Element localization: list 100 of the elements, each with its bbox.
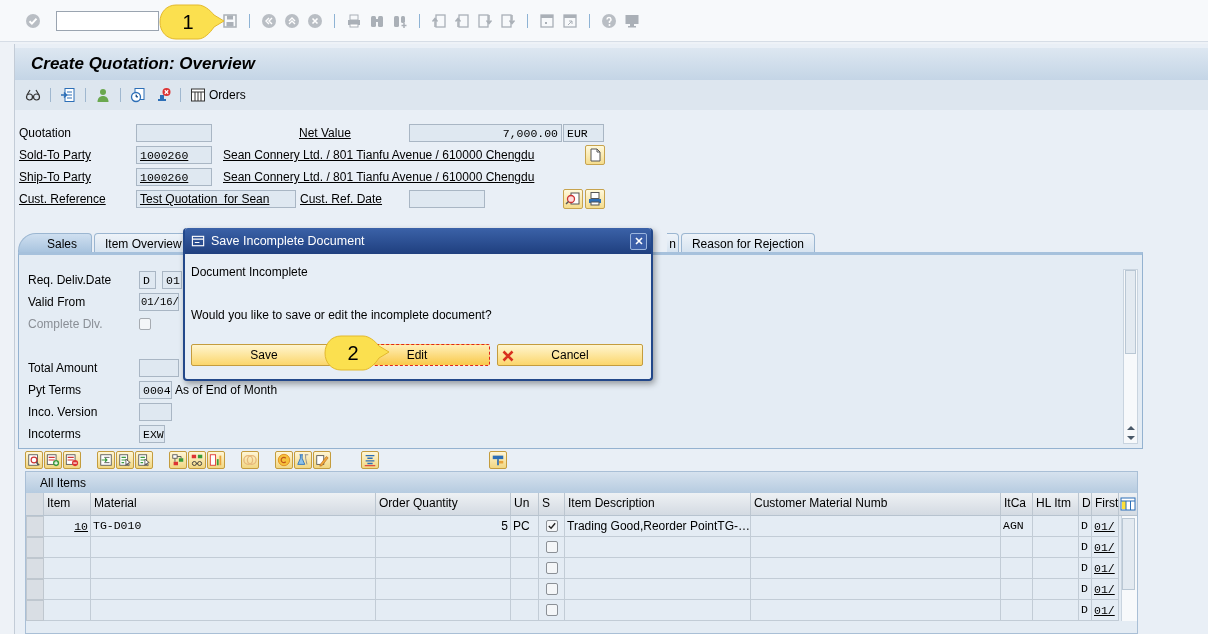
window-shortcut-icon[interactable] [562, 12, 578, 29]
field-label[interactable]: Net Value [299, 126, 409, 140]
check-icon[interactable] [25, 12, 41, 29]
list-minus-button[interactable] [63, 451, 81, 469]
column-header[interactable]: Order Quantity [376, 493, 511, 515]
lines-button[interactable] [361, 451, 379, 469]
tab[interactable]: n [667, 233, 679, 252]
table-cell: TG-D010 [91, 516, 376, 537]
printer-button[interactable] [585, 189, 605, 209]
circle-arrow-button[interactable] [275, 451, 293, 469]
pencil-button[interactable] [313, 451, 331, 469]
hierarchy-button[interactable] [169, 451, 187, 469]
field-label[interactable]: Cust. Reference [19, 192, 136, 206]
delivery-date-field[interactable]: 01 [162, 271, 182, 289]
person-icon[interactable] [95, 87, 111, 103]
payment-terms-field[interactable]: 0004 [139, 381, 172, 399]
checkbox[interactable] [545, 604, 558, 616]
coins-button[interactable] [241, 451, 259, 469]
column-header[interactable]: S [539, 493, 565, 515]
field-label[interactable]: Quotation [19, 126, 136, 140]
quotation-field[interactable] [136, 124, 212, 142]
flask-button[interactable] [294, 451, 312, 469]
column-header[interactable]: Item Description [565, 493, 751, 515]
tab[interactable]: Reason for Rejection [680, 233, 815, 252]
table-cell: AGN [1001, 516, 1033, 537]
party-number-field[interactable]: 1000260 [136, 168, 212, 186]
column-header[interactable]: Un [511, 493, 539, 515]
page-down-icon[interactable] [500, 12, 516, 29]
table-link[interactable]: 10 [74, 520, 88, 533]
column-header[interactable]: Customer Material Numb [751, 493, 1001, 515]
list-arrow-button[interactable] [97, 451, 115, 469]
checkbox[interactable] [545, 583, 558, 595]
scrollbar[interactable] [1121, 516, 1137, 621]
tab[interactable]: Sales [18, 233, 93, 252]
field-label[interactable]: Sold-To Party [19, 148, 136, 162]
table-link[interactable]: 01/ [1094, 541, 1115, 554]
field-label[interactable]: Ship-To Party [19, 170, 136, 184]
orders-button[interactable]: Orders [190, 87, 246, 103]
help-icon[interactable] [601, 12, 617, 29]
monitor-icon[interactable] [624, 12, 640, 29]
document-arrow-icon[interactable] [60, 87, 76, 103]
hierarchy-glasses-button[interactable] [188, 451, 206, 469]
page-button[interactable] [585, 145, 605, 165]
page-up-icon[interactable] [431, 12, 447, 29]
row-selector[interactable] [26, 537, 44, 558]
column-header[interactable]: D [1079, 493, 1092, 515]
field-label: Total Amount [27, 361, 99, 375]
list-pointer-button[interactable] [135, 451, 153, 469]
checkbox[interactable] [545, 562, 558, 574]
scrollbar[interactable] [1123, 269, 1138, 444]
glasses-icon[interactable] [25, 87, 41, 103]
party-number-field[interactable]: 1000260 [136, 146, 212, 164]
row-selector[interactable] [26, 579, 44, 600]
magnifier-button[interactable] [25, 451, 43, 469]
print-icon[interactable] [346, 12, 362, 29]
column-header[interactable]: Item [44, 493, 91, 515]
cancel-icon[interactable] [307, 12, 323, 29]
dialog-button[interactable]: Cancel [497, 344, 643, 366]
inco-version-field[interactable] [139, 403, 172, 421]
tool-button[interactable] [489, 451, 507, 469]
cust-reference-field[interactable]: Test Quotation for Sean [136, 190, 296, 208]
column-header[interactable]: First [1092, 493, 1119, 515]
stamp-delete-icon[interactable] [155, 87, 171, 103]
select-all-cell[interactable] [26, 493, 44, 515]
date-type-field[interactable]: D [139, 271, 156, 289]
column-settings-icon[interactable] [1120, 496, 1136, 512]
save-icon[interactable] [222, 12, 238, 29]
table-link[interactable]: 01/ [1094, 604, 1115, 617]
close-button[interactable] [630, 232, 647, 250]
party-address-link[interactable]: Sean Connery Ltd. / 801 Tianfu Avenue / 610000 Chengdu [223, 148, 585, 162]
column-header[interactable]: Material [91, 493, 376, 515]
row-selector[interactable] [26, 516, 44, 537]
table-link[interactable]: 01/ [1094, 520, 1115, 533]
table-link[interactable]: 01/ [1094, 562, 1115, 575]
bar-chart-button[interactable] [207, 451, 225, 469]
page-down-icon[interactable] [477, 12, 493, 29]
list-pointer-button[interactable] [116, 451, 134, 469]
currency-field[interactable]: EUR [563, 124, 604, 142]
list-minus-icon [65, 453, 79, 467]
table-link[interactable]: 01/ [1094, 583, 1115, 596]
cust-ref-date-field[interactable] [409, 190, 485, 208]
list-plus-button[interactable] [44, 451, 62, 469]
row-selector[interactable] [26, 558, 44, 579]
column-header[interactable]: HL Itm [1033, 493, 1079, 515]
checkbox[interactable] [545, 541, 558, 553]
document-clock-icon[interactable] [130, 87, 146, 103]
total-amount-field[interactable] [139, 359, 179, 377]
new-window-icon[interactable] [539, 12, 555, 29]
net-value-field[interactable]: 7,000.00 [409, 124, 562, 142]
lines-icon [363, 453, 377, 467]
page-magnifier-button[interactable] [563, 189, 583, 209]
checkbox[interactable] [545, 520, 558, 532]
row-selector[interactable] [26, 600, 44, 621]
party-address-link[interactable]: Sean Connery Ltd. / 801 Tianfu Avenue / 610000 Chengdu [223, 170, 585, 184]
column-header[interactable]: ItCa [1001, 493, 1033, 515]
page-up-icon[interactable] [454, 12, 470, 29]
incoterms-field[interactable]: EXW [139, 425, 165, 443]
command-field[interactable] [56, 10, 159, 31]
valid-from-field[interactable]: 01/16/ [139, 293, 179, 311]
field-label[interactable]: Cust. Ref. Date [300, 192, 409, 206]
